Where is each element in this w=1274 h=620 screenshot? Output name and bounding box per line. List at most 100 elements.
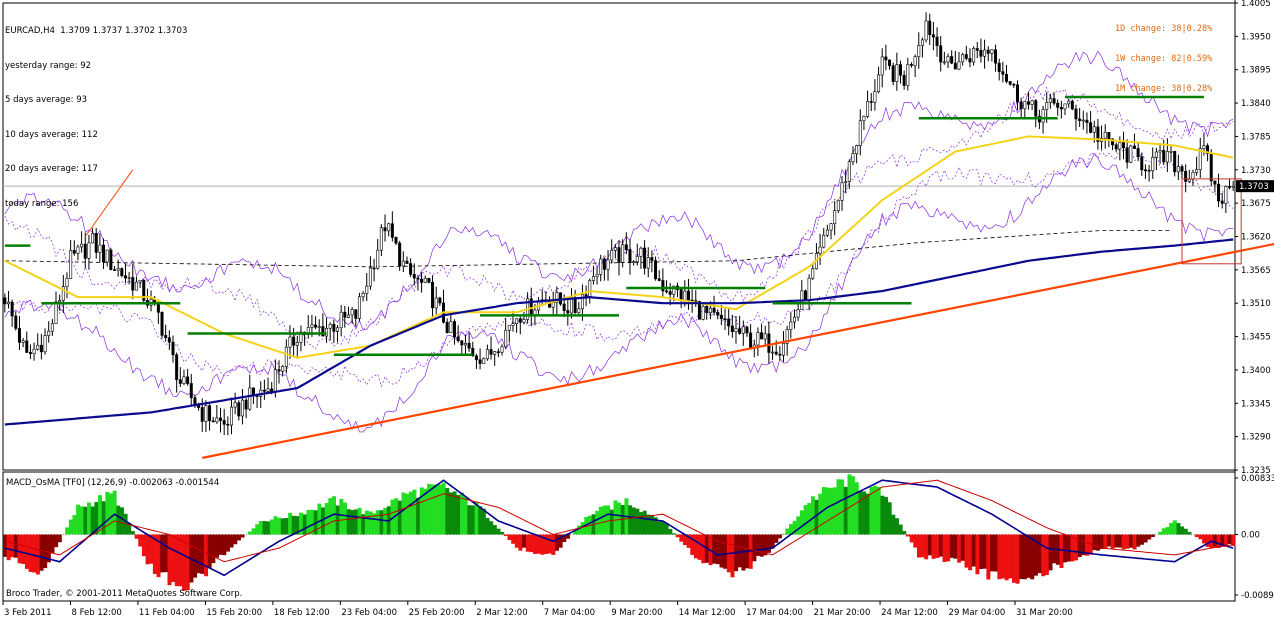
- bear-candle: [394, 237, 398, 244]
- bear-candle: [727, 318, 731, 327]
- bull-candle: [328, 323, 332, 329]
- bear-candle: [1114, 144, 1118, 150]
- histogram-bar-positive: [317, 503, 322, 535]
- bull-candle: [504, 329, 508, 348]
- time-axis-label: 9 Mar 20:00: [611, 608, 662, 618]
- histogram-bar-negative: [1011, 534, 1016, 583]
- histogram-bar-negative: [759, 534, 764, 557]
- histogram-bar-negative: [522, 534, 527, 548]
- histogram-bar-positive: [76, 504, 81, 535]
- bull-candle: [829, 223, 833, 231]
- histogram-bar-negative: [1022, 534, 1027, 580]
- histogram-bar-negative: [551, 534, 556, 555]
- bear-candle: [719, 314, 723, 320]
- time-axis-label: 21 Mar 20:00: [814, 608, 871, 618]
- bear-candle: [939, 45, 943, 63]
- histogram-bar-negative: [1048, 534, 1053, 571]
- histogram-bar-negative: [1037, 534, 1042, 574]
- time-axis-label: 14 Mar 12:00: [679, 608, 736, 618]
- bear-candle: [602, 258, 606, 270]
- bear-candle: [716, 311, 720, 316]
- bull-candle: [346, 314, 350, 318]
- price-axis-label: 1.3400: [1241, 366, 1271, 376]
- histogram-bar-negative: [942, 534, 947, 562]
- bear-candle: [171, 341, 175, 356]
- histogram-bar-negative: [1096, 534, 1101, 551]
- histogram-bar-negative: [986, 534, 991, 580]
- time-axis-label: 8 Feb 12:00: [71, 608, 121, 618]
- histogram-bar-negative: [993, 534, 998, 572]
- histogram-bar-positive: [1165, 527, 1170, 535]
- histogram-bar-positive: [284, 517, 289, 535]
- bear-candle: [277, 369, 281, 372]
- bull-candle: [325, 328, 329, 337]
- histogram-bar-negative: [196, 534, 201, 574]
- bull-candle: [1048, 98, 1052, 103]
- bear-candle: [979, 50, 983, 57]
- histogram-bar-positive: [1172, 520, 1177, 535]
- price-axis-label: 1.3565: [1241, 266, 1271, 276]
- trendline: [202, 242, 1274, 459]
- bull-candle: [782, 343, 786, 356]
- histogram-bar-negative: [6, 534, 11, 561]
- histogram-bar-negative: [24, 534, 29, 569]
- histogram-bar-negative: [971, 534, 976, 567]
- histogram-bar-negative: [207, 534, 212, 568]
- bull-candle: [913, 56, 917, 66]
- macd-axis-label: 0.00833: [1241, 474, 1274, 484]
- bull-candle: [990, 49, 994, 54]
- histogram-bar-positive: [606, 505, 611, 535]
- bull-candle: [387, 223, 391, 232]
- histogram-bar-positive: [657, 521, 662, 535]
- highlight-box: [1181, 178, 1242, 265]
- histogram-bar-positive: [288, 512, 293, 535]
- bull-candle: [961, 54, 965, 63]
- bear-candle: [1121, 142, 1125, 149]
- histogram-bar-negative: [1121, 534, 1126, 550]
- histogram-bar-positive: [799, 510, 804, 535]
- histogram-bar-negative: [957, 534, 962, 563]
- bull-candle: [646, 257, 650, 269]
- histogram-bar-negative: [13, 534, 18, 558]
- histogram-bar-positive: [598, 506, 603, 535]
- histogram-bar-negative: [233, 534, 238, 545]
- histogram-bar-negative: [1110, 534, 1115, 549]
- histogram-bar-positive: [898, 524, 903, 535]
- bear-candle: [383, 227, 387, 232]
- histogram-bar-negative: [171, 534, 176, 582]
- histogram-bar-negative: [174, 534, 179, 587]
- bear-candle: [1070, 100, 1074, 110]
- bear-candle: [237, 402, 241, 417]
- histogram-bar-positive: [101, 501, 106, 535]
- bull-candle: [771, 351, 775, 354]
- bear-candle: [222, 420, 226, 425]
- histogram-bar-positive: [884, 496, 889, 535]
- bull-candle: [818, 246, 822, 254]
- histogram-bar-negative: [953, 534, 958, 559]
- price-chart[interactable]: 1.4005 1.3950 1.3895 1.3840 1.3785 1.3730 1.36…: [0, 0, 1274, 620]
- bear-candle: [474, 355, 478, 361]
- histogram-bar-positive: [405, 493, 410, 535]
- histogram-bar-positive: [832, 487, 837, 535]
- histogram-bar-negative: [1015, 534, 1020, 584]
- histogram-bar-negative: [697, 534, 702, 560]
- histogram-bar-negative: [730, 534, 735, 578]
- histogram-bar-positive: [449, 492, 453, 535]
- histogram-bar-positive: [836, 479, 841, 535]
- histogram-bar-positive: [116, 505, 121, 535]
- bull-candle: [32, 348, 36, 354]
- bull-candle: [98, 244, 102, 253]
- macd-panel: [3, 474, 1236, 591]
- histogram-bar-negative: [149, 534, 154, 564]
- bull-candle: [847, 161, 851, 182]
- histogram-bar-positive: [302, 514, 307, 535]
- bull-candle: [368, 267, 372, 287]
- bull-candle: [822, 234, 826, 248]
- bear-candle: [950, 56, 954, 64]
- bear-candle: [164, 335, 168, 338]
- bear-candle: [902, 74, 906, 86]
- histogram-bar-negative: [905, 534, 910, 537]
- current-price-label: 1.3703: [1239, 182, 1269, 192]
- histogram-bar-negative: [1107, 534, 1112, 547]
- histogram-bar-negative: [1004, 534, 1009, 581]
